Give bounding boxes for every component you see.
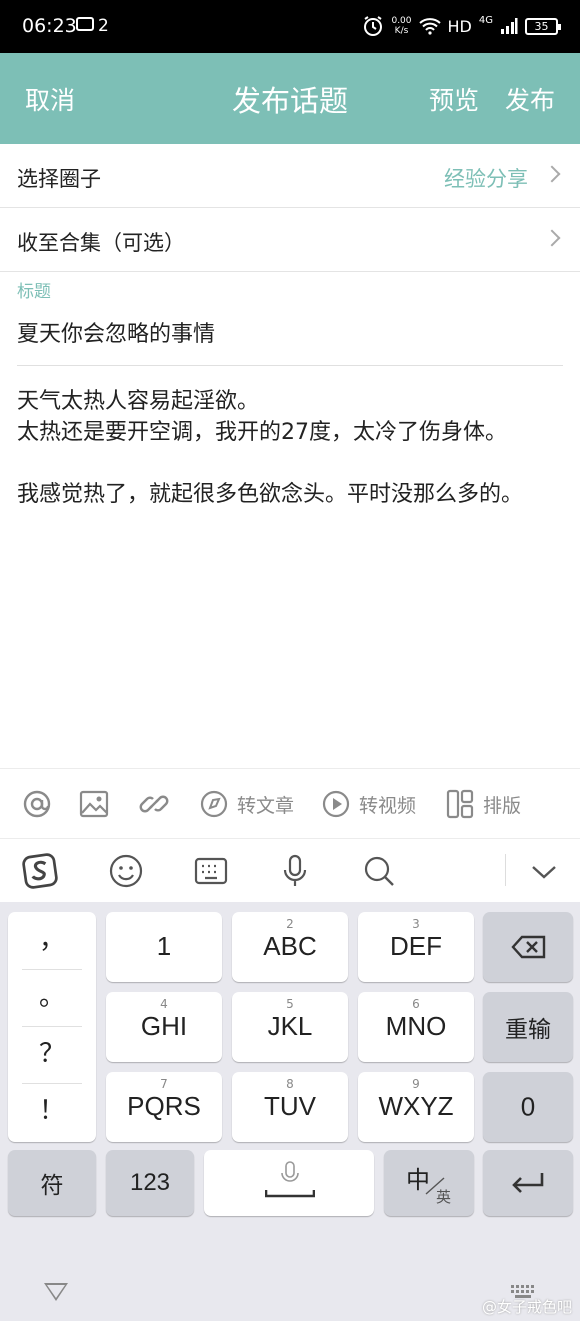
battery-icon: 35 — [525, 17, 561, 35]
network-type: 4G — [478, 14, 493, 26]
play-icon — [322, 790, 350, 818]
at-icon — [23, 790, 51, 818]
page-title: 发布话题 — [231, 84, 348, 118]
status-bar: 06:23 2 0.00 K/s HD 4G 35 — [0, 0, 580, 53]
compass-icon — [200, 790, 228, 818]
layout-label: 排版 — [483, 794, 522, 817]
chevron-right-icon — [543, 165, 561, 183]
emoji-icon[interactable] — [108, 853, 144, 889]
punct-comma-key[interactable]: ， — [8, 912, 96, 968]
key-3-def[interactable]: 3 DEF — [358, 912, 474, 982]
convert-article-label: 转文章 — [237, 794, 295, 817]
space-voice-icon — [265, 1161, 315, 1198]
publish-button[interactable]: 发布 — [505, 81, 555, 117]
chevron-down-icon[interactable] — [526, 853, 562, 889]
layout-button[interactable]: 排版 — [445, 787, 521, 821]
link-icon — [139, 795, 169, 813]
mention-button[interactable] — [22, 787, 52, 821]
punct-period-key[interactable]: 。 — [8, 969, 96, 1025]
select-circle-row[interactable]: 选择圈子 经验分享 — [0, 144, 580, 208]
symbols-key[interactable]: 符 — [8, 1150, 96, 1216]
wifi-icon — [418, 18, 441, 35]
convert-video-label: 转视频 — [359, 794, 417, 817]
title-divider — [17, 365, 563, 366]
net-speed: 0.00 K/s — [391, 16, 412, 36]
enter-icon — [512, 1173, 544, 1193]
title-input[interactable]: 夏天你会忽略的事情 — [17, 316, 563, 348]
key-1[interactable]: 1 — [106, 912, 222, 982]
key-5-jkl[interactable]: 5 JKL — [232, 992, 348, 1062]
status-icons: 0.00 K/s HD 4G 35 — [362, 14, 561, 38]
selected-circle-value: 经验分享 — [444, 167, 528, 191]
body-textarea[interactable]: 天气太热人容易起淫欲。 太热还是要开空调，我开的27度，太冷了伤身体。 我感觉热… — [17, 386, 565, 510]
punctuation-column: ， 。 ？ ！ — [8, 912, 96, 1142]
ime-separator — [505, 854, 506, 886]
space-key[interactable] — [204, 1150, 374, 1216]
key-8-tuv[interactable]: 8 TUV — [232, 1072, 348, 1142]
microphone-icon[interactable] — [277, 853, 313, 889]
chevron-right-icon — [543, 229, 561, 247]
hd-label: HD — [447, 16, 472, 36]
search-icon[interactable] — [361, 853, 397, 889]
slash-icon — [425, 1177, 445, 1195]
notification-count: 2 — [98, 16, 109, 36]
insert-image-button[interactable] — [79, 787, 109, 821]
key-7-pqrs[interactable]: 7 PQRS — [106, 1072, 222, 1142]
key-9-wxyz[interactable]: 9 WXYZ — [358, 1072, 474, 1142]
layout-icon — [446, 789, 474, 819]
nav-back-icon[interactable] — [44, 1283, 68, 1301]
punct-question-key[interactable]: ？ — [8, 1026, 96, 1082]
signal-icon — [501, 18, 518, 34]
convert-video-button[interactable]: 转视频 — [321, 787, 416, 821]
enter-key[interactable] — [483, 1150, 573, 1216]
editor-toolbar: 转文章 转视频 排版 — [0, 768, 580, 838]
header-bar: 取消 发布话题 预览 发布 — [0, 53, 580, 144]
backspace-key[interactable] — [483, 912, 573, 982]
title-field-label: 标题 — [17, 282, 51, 302]
keyboard: ， 。 ？ ！ 1 2 ABC 3 DEF 4 GHI 5 JKL 6 MNO 重输 7P… — [0, 902, 580, 1321]
retype-key[interactable]: 重输 — [483, 992, 573, 1062]
collection-row[interactable]: 收至合集（可选） — [0, 208, 580, 272]
insert-link-button[interactable] — [139, 787, 169, 821]
message-icon — [76, 17, 94, 31]
sogou-logo-icon[interactable] — [22, 853, 58, 889]
select-circle-label: 选择圈子 — [17, 167, 101, 191]
ime-toolbar — [0, 838, 580, 902]
status-time: 06:23 — [22, 15, 77, 37]
key-6-mno[interactable]: 6 MNO — [358, 992, 474, 1062]
collection-label: 收至合集（可选） — [17, 231, 185, 255]
alarm-icon — [364, 16, 383, 36]
convert-article-button[interactable]: 转文章 — [199, 787, 294, 821]
keyboard-icon[interactable] — [193, 853, 229, 889]
key-2-abc[interactable]: 2 ABC — [232, 912, 348, 982]
language-switch-key[interactable]: 中 英 — [384, 1150, 474, 1216]
punct-exclaim-key[interactable]: ！ — [8, 1083, 96, 1139]
watermark: @女子戒色吧 — [481, 1298, 572, 1316]
numbers-key[interactable]: 123 — [106, 1150, 194, 1216]
backspace-icon — [511, 935, 546, 959]
key-0[interactable]: 0 — [483, 1072, 573, 1142]
key-4-ghi[interactable]: 4 GHI — [106, 992, 222, 1062]
preview-button[interactable]: 预览 — [429, 81, 479, 117]
image-icon — [79, 790, 109, 818]
